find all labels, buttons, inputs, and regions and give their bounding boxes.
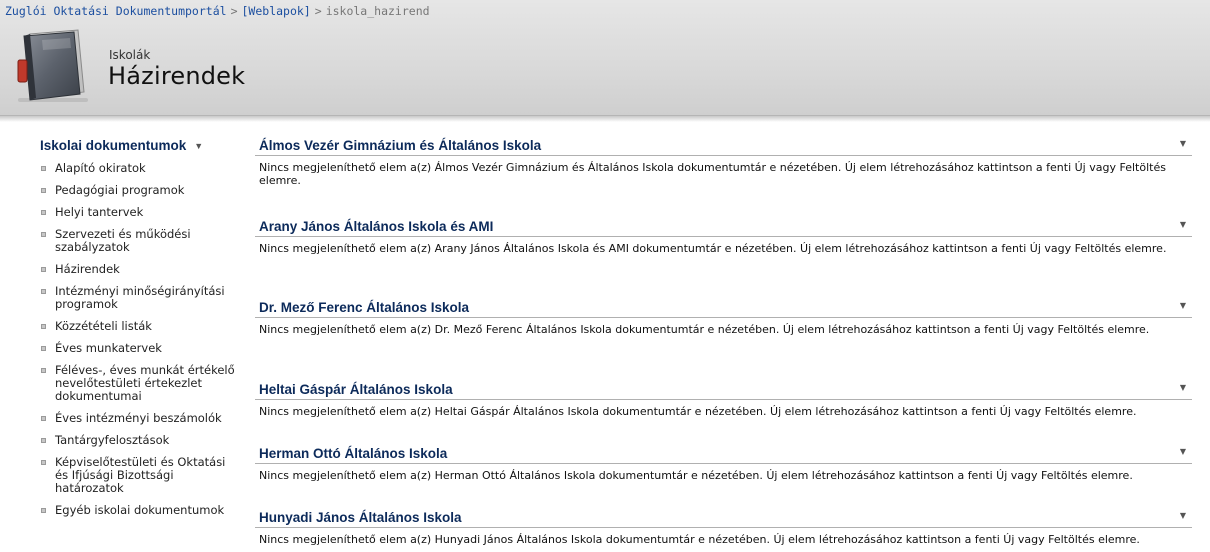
site-subtitle: Iskolák	[109, 48, 151, 62]
chevron-down-icon[interactable]: ▼	[1180, 220, 1186, 229]
bullet-icon	[41, 460, 46, 465]
bullet-icon	[41, 267, 46, 272]
page-header: Zuglói Oktatási Dokumentumportál > [Weblap…	[0, 0, 1210, 116]
empty-library-message: Nincs megjeleníthető elem a(z) Hunyadi J…	[259, 533, 1140, 546]
bullet-icon	[41, 368, 46, 373]
bullet-icon	[41, 210, 46, 215]
bullet-icon	[41, 438, 46, 443]
library-section: Álmos Vezér Gimnázium és Általános Iskol…	[255, 136, 1192, 217]
library-section: Herman Ottó Általános Iskola ▼ Nincs meg…	[255, 444, 1192, 508]
main-content: Álmos Vezér Gimnázium és Általános Iskol…	[255, 136, 1192, 552]
empty-library-message: Nincs megjeleníthető elem a(z) Dr. Mező …	[259, 323, 1150, 336]
nav-item-eves-munkatervek[interactable]: Éves munkatervek	[34, 342, 239, 355]
chevron-down-icon[interactable]: ▼	[1180, 447, 1186, 456]
breadcrumb-weblapok-link[interactable]: [Weblapok]	[242, 4, 311, 18]
nav-item-tantargyfelosztasok[interactable]: Tantárgyfelosztások	[34, 434, 239, 447]
bullet-icon	[41, 508, 46, 513]
nav-item-minosegiranyitasi-programok[interactable]: Intézményi minőségirányítási programok	[34, 285, 239, 311]
empty-library-message: Nincs megjeleníthető elem a(z) Arany Ján…	[259, 242, 1167, 255]
nav-heading-iskolai-dokumentumok[interactable]: Iskolai dokumentumok ▼	[34, 136, 239, 156]
left-navigation: Iskolai dokumentumok ▼ Alapító okiratok P…	[34, 136, 239, 526]
nav-item-kozzeteteli-listak[interactable]: Közzétételi listák	[34, 320, 239, 333]
nav-item-eves-beszamolok[interactable]: Éves intézményi beszámolók	[34, 412, 239, 425]
nav-item-pedagogiai-programok[interactable]: Pedagógiai programok	[34, 184, 239, 197]
nav-item-label: Házirendek	[55, 262, 120, 276]
nav-item-label: Helyi tantervek	[55, 205, 144, 219]
library-title-link[interactable]: Álmos Vezér Gimnázium és Általános Iskol…	[255, 136, 1192, 156]
nav-item-szmsz[interactable]: Szervezeti és működési szabályzatok	[34, 228, 239, 254]
chevron-down-icon[interactable]: ▼	[1180, 301, 1186, 310]
library-title-link[interactable]: Heltai Gáspár Általános Iskola	[255, 380, 1192, 400]
library-title-link[interactable]: Hunyadi János Általános Iskola	[255, 508, 1192, 528]
bullet-icon	[41, 324, 46, 329]
bullet-icon	[41, 289, 46, 294]
nav-item-label: Szervezeti és működési szabályzatok	[55, 227, 191, 254]
breadcrumb: Zuglói Oktatási Dokumentumportál > [Weblap…	[5, 4, 430, 18]
nav-item-label: Intézményi minőségirányítási programok	[55, 284, 225, 311]
nav-item-bizottsagi-hatarozatok[interactable]: Képviselőtestületi és Oktatási és Ifjúsá…	[34, 456, 239, 495]
nav-item-label: Tantárgyfelosztások	[55, 433, 170, 447]
empty-library-message: Nincs megjeleníthető elem a(z) Heltai Gá…	[259, 405, 1137, 418]
library-title-link[interactable]: Dr. Mező Ferenc Általános Iskola	[255, 298, 1192, 318]
chevron-down-icon[interactable]: ▼	[194, 141, 203, 151]
nav-item-label: Pedagógiai programok	[55, 183, 185, 197]
bullet-icon	[41, 232, 46, 237]
library-section: Arany János Általános Iskola és AMI ▼ Ni…	[255, 217, 1192, 298]
library-title-link[interactable]: Arany János Általános Iskola és AMI	[255, 217, 1192, 237]
nav-item-label: Féléves-, éves munkát értékelő nevelőtes…	[55, 363, 235, 403]
nav-item-egyeb-dokumentumok[interactable]: Egyéb iskolai dokumentumok	[34, 504, 239, 517]
chevron-down-icon[interactable]: ▼	[1180, 511, 1186, 520]
library-section: Dr. Mező Ferenc Általános Iskola ▼ Nincs…	[255, 298, 1192, 380]
nav-item-label: Közzétételi listák	[55, 319, 152, 333]
library-section: Hunyadi János Általános Iskola ▼ Nincs m…	[255, 508, 1192, 552]
nav-item-label: Képviselőtestületi és Oktatási és Ifjúsá…	[55, 455, 226, 495]
empty-library-message: Nincs megjeleníthető elem a(z) Herman Ot…	[259, 469, 1133, 482]
nav-item-ertekezlet-dokumentumai[interactable]: Féléves-, éves munkát értékelő nevelőtes…	[34, 364, 239, 403]
header-divider	[0, 116, 1210, 122]
chevron-down-icon[interactable]: ▼	[1180, 383, 1186, 392]
nav-item-label: Egyéb iskolai dokumentumok	[55, 503, 225, 517]
page-title: Házirendek	[108, 62, 246, 90]
bullet-icon	[41, 166, 46, 171]
book-icon	[17, 29, 88, 102]
nav-item-label: Éves munkatervek	[55, 341, 162, 355]
bullet-icon	[41, 346, 46, 351]
chevron-down-icon[interactable]: ▼	[1180, 139, 1186, 148]
bullet-icon	[41, 188, 46, 193]
bullet-icon	[41, 416, 46, 421]
empty-library-message: Nincs megjeleníthető elem a(z) Álmos Vez…	[259, 161, 1166, 187]
breadcrumb-separator: >	[230, 4, 238, 18]
breadcrumb-separator: >	[314, 4, 322, 18]
nav-item-hazirendek[interactable]: Házirendek	[34, 263, 239, 276]
breadcrumb-current: iskola_hazirend	[325, 4, 430, 18]
nav-item-label: Éves intézményi beszámolók	[55, 411, 222, 425]
library-title-link[interactable]: Herman Ottó Általános Iskola	[255, 444, 1192, 464]
library-section: Heltai Gáspár Általános Iskola ▼ Nincs m…	[255, 380, 1192, 444]
breadcrumb-home-link[interactable]: Zuglói Oktatási Dokumentumportál	[5, 4, 227, 18]
nav-item-helyi-tantervek[interactable]: Helyi tantervek	[34, 206, 239, 219]
nav-list: Alapító okiratok Pedagógiai programok He…	[34, 162, 239, 517]
nav-item-label: Alapító okiratok	[55, 161, 146, 175]
nav-heading-label: Iskolai dokumentumok	[40, 138, 187, 153]
nav-item-alapito-okiratok[interactable]: Alapító okiratok	[34, 162, 239, 175]
